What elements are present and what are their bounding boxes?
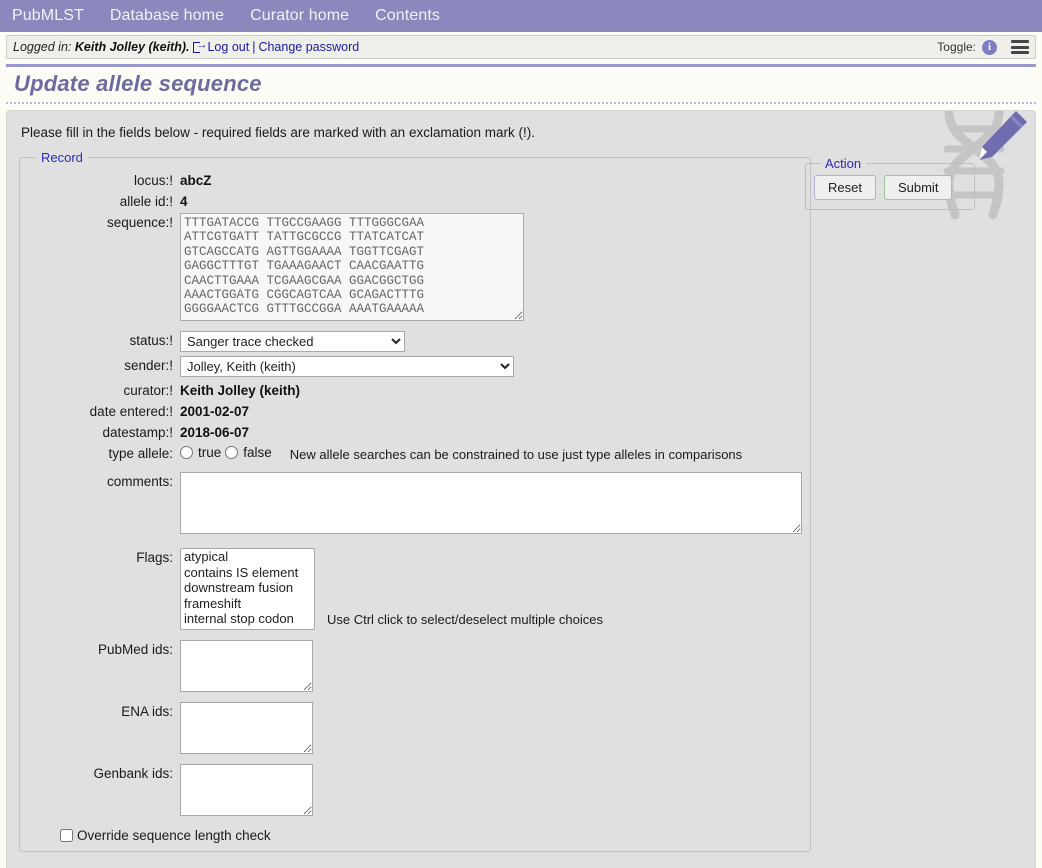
datestamp-value: 2018-06-07 (180, 425, 250, 440)
sender-label: sender:! (124, 358, 173, 373)
field-row-type-allele: type allele: true false New allele searc… (28, 444, 802, 462)
logged-in-username: Keith Jolley (keith). (74, 40, 190, 54)
sequence-label: sequence:! (106, 215, 173, 230)
nav-database-home[interactable]: Database home (110, 7, 224, 25)
field-row-date-entered: date entered:! 2001-02-07 (28, 402, 802, 419)
change-password-link[interactable]: Change password (258, 40, 359, 54)
link-separator: | (252, 40, 256, 54)
field-row-genbank-ids: Genbank ids: (28, 764, 802, 816)
logged-in-prefix: Logged in: (13, 40, 72, 54)
field-row-allele-id: allele id:! 4 (28, 192, 802, 209)
flags-option[interactable]: contains IS element (181, 565, 314, 581)
override-sequence-length-label[interactable]: Override sequence length check (77, 828, 271, 843)
action-legend: Action (825, 156, 862, 171)
type-allele-true-radio[interactable] (180, 446, 193, 459)
page-title-container: Update allele sequence (6, 64, 1036, 104)
logout-icon (193, 39, 207, 53)
curator-value: Keith Jolley (keith) (180, 383, 301, 398)
type-allele-hint: New allele searches can be constrained t… (289, 447, 743, 462)
comments-label: comments: (106, 474, 173, 489)
field-row-curator: curator:! Keith Jolley (keith) (28, 381, 802, 398)
action-fieldset: Action Reset Submit (805, 156, 975, 210)
hamburger-line (1011, 45, 1029, 49)
status-select[interactable]: Sanger trace checked (180, 331, 405, 352)
hamburger-menu-icon[interactable] (1011, 40, 1029, 54)
field-row-locus: locus:! abcZ (28, 171, 802, 188)
nav-contents[interactable]: Contents (375, 7, 440, 25)
status-label: status:! (129, 333, 173, 348)
pubmed-ids-label: PubMed ids: (97, 642, 173, 657)
flags-label: Flags: (136, 550, 173, 565)
flags-option[interactable]: frameshift (181, 596, 314, 612)
field-row-sender: sender:! Jolley, Keith (keith) (28, 356, 802, 377)
field-row-pubmed-ids: PubMed ids: (28, 640, 802, 692)
locus-value: abcZ (180, 173, 212, 188)
hamburger-line (1011, 51, 1029, 54)
type-allele-false-label[interactable]: false (243, 445, 272, 460)
ena-ids-label: ENA ids: (121, 704, 173, 719)
form-instructions: Please fill in the fields below - requir… (21, 125, 535, 140)
type-allele-false-radio[interactable] (225, 446, 239, 459)
sender-select[interactable]: Jolley, Keith (keith) (180, 356, 514, 377)
nav-pubmlst[interactable]: PubMLST (12, 7, 84, 25)
info-icon[interactable]: i (982, 39, 997, 55)
flags-multiselect[interactable]: atypical contains IS element downstream … (180, 548, 315, 630)
genbank-ids-label: Genbank ids: (93, 766, 173, 781)
reset-button[interactable]: Reset (814, 175, 876, 200)
comments-textarea[interactable] (180, 472, 802, 534)
field-row-flags: Flags: atypical contains IS element down… (28, 548, 802, 630)
field-row-datestamp: datestamp:! 2018-06-07 (28, 423, 802, 440)
type-allele-true-label[interactable]: true (198, 445, 221, 460)
date-entered-value: 2001-02-07 (180, 404, 250, 419)
flags-option[interactable]: internal stop codon (181, 611, 314, 627)
genbank-ids-textarea[interactable] (180, 764, 313, 816)
toggle-area: Toggle: i (937, 36, 1029, 58)
field-row-ena-ids: ENA ids: (28, 702, 802, 754)
sequence-textarea[interactable] (180, 213, 524, 321)
override-row: Override sequence length check (60, 828, 802, 843)
curator-label: curator:! (123, 383, 173, 398)
date-entered-label: date entered:! (89, 404, 173, 419)
allele-id-label: allele id:! (119, 194, 173, 209)
flags-option[interactable]: downstream fusion (181, 580, 314, 596)
submit-button[interactable]: Submit (883, 175, 953, 200)
page-title: Update allele sequence (14, 71, 262, 96)
flags-option[interactable]: atypical (181, 549, 314, 565)
type-allele-radio-group: true false (180, 444, 272, 460)
locus-label: locus:! (133, 173, 173, 188)
nav-curator-home[interactable]: Curator home (250, 7, 349, 25)
hamburger-line (1011, 40, 1029, 43)
logged-in-bar: Logged in: Keith Jolley (keith). Log out… (6, 35, 1036, 59)
allele-id-value: 4 (180, 194, 188, 209)
ena-ids-textarea[interactable] (180, 702, 313, 754)
override-sequence-length-checkbox[interactable] (60, 829, 73, 842)
record-legend: Record (41, 150, 83, 165)
flags-hint: Use Ctrl click to select/deselect multip… (327, 612, 603, 627)
pubmed-ids-textarea[interactable] (180, 640, 313, 692)
top-navigation-bar: PubMLST Database home Curator home Conte… (0, 0, 1042, 32)
field-row-status: status:! Sanger trace checked (28, 331, 802, 352)
datestamp-label: datestamp:! (102, 425, 173, 440)
main-content-panel: Please fill in the fields below - requir… (6, 110, 1036, 868)
type-allele-label: type allele: (108, 446, 173, 461)
field-row-comments: comments: (28, 472, 802, 534)
record-fieldset: Record locus:! abcZ allele id:! 4 sequen… (19, 150, 811, 852)
field-row-sequence: sequence:! (28, 213, 802, 321)
toggle-label: Toggle: (937, 40, 976, 54)
logout-link[interactable]: Log out (207, 40, 249, 54)
